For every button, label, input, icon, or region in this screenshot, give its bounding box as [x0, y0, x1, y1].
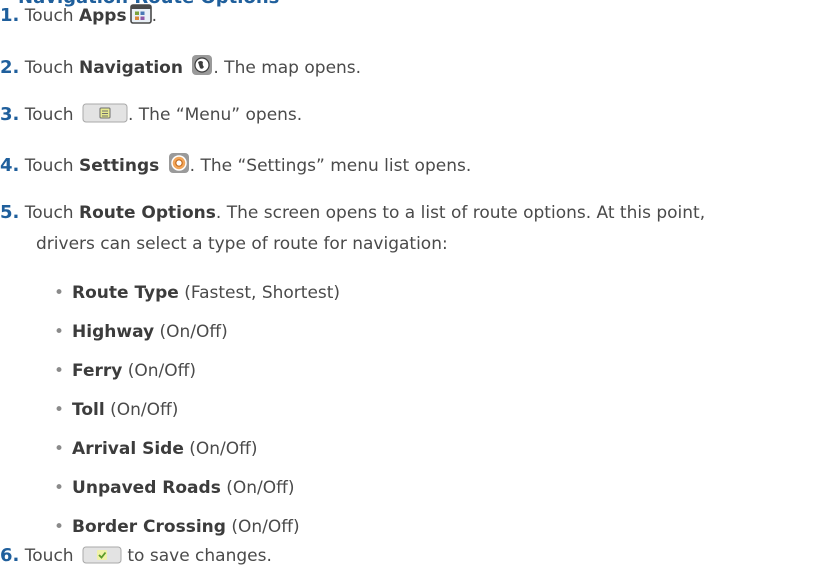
step-target: Route Options [78, 203, 216, 223]
step-target: Apps [78, 6, 127, 26]
list-item: • Highway (On/Off) [54, 320, 228, 344]
step-5-continuation: drivers can select a type of route for n… [36, 234, 448, 254]
step-1: 1. Touch Apps. [0, 4, 157, 28]
option-name: Route Type [72, 283, 179, 303]
step-target: Settings [78, 156, 160, 176]
list-item: • Border Crossing (On/Off) [54, 515, 300, 539]
option-name: Unpaved Roads [72, 478, 221, 498]
step-touch: Touch [24, 546, 74, 566]
bullet-dot: • [54, 439, 65, 459]
option-values: (On/Off) [183, 439, 258, 459]
menu-icon [82, 103, 128, 123]
step-6: 6. Touch to save changes. [0, 544, 272, 568]
step-touch: Touch [24, 58, 74, 78]
bullet-dot: • [54, 283, 65, 303]
step-text: . [151, 6, 158, 26]
option-name: Highway [72, 322, 155, 342]
list-item: • Route Type (Fastest, Shortest) [54, 281, 340, 305]
instructions-page: Navigation Route Options 1. Touch Apps . … [0, 0, 830, 568]
bullet-dot: • [54, 478, 65, 498]
list-item: • Toll (On/Off) [54, 398, 178, 422]
option-values: (On/Off) [225, 517, 300, 537]
step-touch: Touch [24, 6, 74, 26]
step-4: 4. Touch Settings . The “Settings” menu … [0, 152, 471, 178]
list-item: • Unpaved Roads (On/Off) [54, 476, 294, 500]
step-number: 2. [0, 57, 20, 78]
step-touch: Touch [24, 203, 74, 223]
list-item: • Ferry (On/Off) [54, 359, 196, 383]
step-2: 2. Touch Navigation . The map opens. [0, 54, 361, 80]
step-text: . The screen opens to a list of route op… [215, 203, 706, 223]
step-number: 5. [0, 202, 20, 223]
step-number: 6. [0, 545, 20, 566]
step-target: Navigation [78, 58, 183, 78]
list-item: • Arrival Side (On/Off) [54, 437, 258, 461]
step-3: 3. Touch . The “Menu” opens. [0, 103, 302, 127]
option-name: Toll [72, 400, 105, 420]
option-name: Arrival Side [72, 439, 184, 459]
option-values: (Fastest, Shortest) [178, 283, 341, 303]
step-number: 4. [0, 155, 20, 176]
step-number: 1. [0, 5, 20, 26]
settings-gear-icon [168, 152, 190, 174]
step-text: . The “Menu” opens. [127, 105, 303, 125]
option-name: Ferry [72, 361, 123, 381]
option-values: (On/Off) [154, 322, 228, 342]
step-text: to save changes. [121, 546, 272, 566]
bullet-dot: • [54, 361, 65, 381]
step-text: . The “Settings” menu list opens. [189, 156, 472, 176]
navigation-globe-icon [191, 54, 213, 76]
option-values: (On/Off) [122, 361, 196, 381]
bullet-dot: • [54, 400, 65, 420]
checkmark-save-icon [82, 546, 122, 564]
bullet-dot: • [54, 322, 65, 342]
step-number: 3. [0, 104, 20, 125]
option-values: (On/Off) [220, 478, 295, 498]
option-name: Border Crossing [72, 517, 226, 537]
option-values: (On/Off) [104, 400, 179, 420]
step-touch: Touch [24, 105, 74, 125]
bullet-dot: • [54, 517, 65, 537]
step-touch: Touch [24, 156, 74, 176]
step-5: 5. Touch Route Options. The screen opens… [0, 201, 705, 225]
step-text: . The map opens. [213, 58, 362, 78]
apps-icon [129, 4, 152, 24]
